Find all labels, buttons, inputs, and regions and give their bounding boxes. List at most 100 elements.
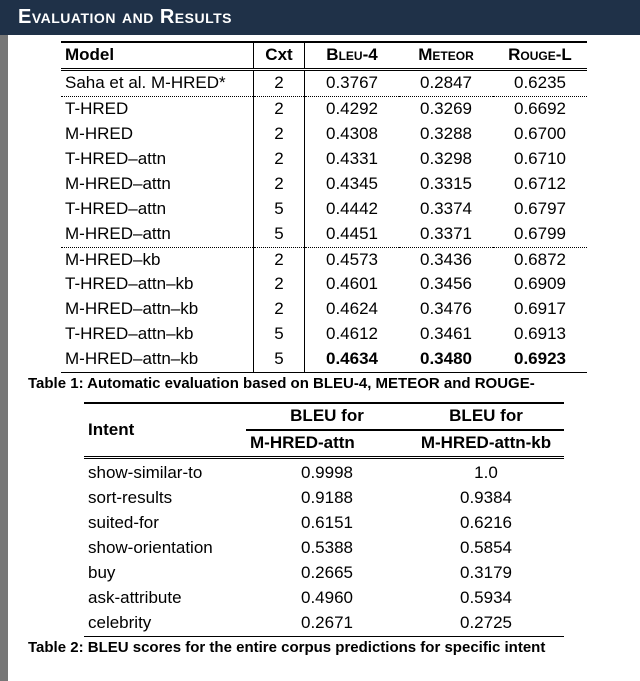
cell: 0.5934: [408, 586, 564, 611]
table-row: T-HRED–attn–kb50.46120.34610.6913: [61, 322, 587, 347]
cell: 0.3269: [399, 96, 493, 121]
cell: 0.9188: [246, 486, 408, 511]
cell: 5: [254, 322, 305, 347]
cell: 0.3456: [399, 272, 493, 297]
cell: 0.6923: [493, 347, 587, 372]
cell: 0.6917: [493, 297, 587, 322]
t2-h-c1a: BLEU for: [246, 403, 408, 430]
cell: M-HRED–attn: [61, 172, 254, 197]
cell: T-HRED–attn–kb: [61, 322, 254, 347]
cell: 0.6151: [246, 511, 408, 536]
cell: 5: [254, 347, 305, 372]
t2-h-c2b: M-HRED-attn-kb: [408, 430, 564, 457]
cell: 0.6710: [493, 147, 587, 172]
table-row: ask-attribute0.49600.5934: [84, 586, 564, 611]
cell: M-HRED–attn: [61, 222, 254, 247]
t2-h-intent: Intent: [84, 403, 246, 457]
cell: 0.4331: [305, 147, 400, 172]
cell: 0.3288: [399, 122, 493, 147]
cell: 0.3476: [399, 297, 493, 322]
table-row: T-HRED20.42920.32690.6692: [61, 96, 587, 121]
table-1: Model Cxt Bleu-4 Meteor Rouge-L Saha et …: [61, 41, 587, 373]
cell: buy: [84, 561, 246, 586]
cell: sort-results: [84, 486, 246, 511]
cell: 0.3436: [399, 247, 493, 272]
cell: 5: [254, 222, 305, 247]
cell: 2: [254, 272, 305, 297]
cell: T-HRED: [61, 96, 254, 121]
cell: 0.3767: [305, 69, 400, 96]
cell: 0.5854: [408, 536, 564, 561]
cell: 0.6909: [493, 272, 587, 297]
t1-h-bleu: Bleu-4: [305, 42, 400, 69]
t1-h-cxt: Cxt: [254, 42, 305, 69]
t1-h-meteor: Meteor: [399, 42, 493, 69]
table-row: M-HRED–attn20.43450.33150.6712: [61, 172, 587, 197]
t1-h-rouge: Rouge-L: [493, 42, 587, 69]
cell: 0.4624: [305, 297, 400, 322]
cell: 0.6692: [493, 96, 587, 121]
cell: Saha et al. M-HRED*: [61, 69, 254, 96]
table-2: Intent BLEU for BLEU for M-HRED-attn M-H…: [84, 402, 564, 636]
section-title: Evaluation and Results: [0, 0, 640, 35]
table-row: M-HRED–attn–kb50.46340.34800.6923: [61, 347, 587, 372]
cell: ask-attribute: [84, 586, 246, 611]
table-row: celebrity0.26710.2725: [84, 611, 564, 636]
cell: 0.9384: [408, 486, 564, 511]
cell: 0.6216: [408, 511, 564, 536]
cell: 0.9998: [246, 458, 408, 486]
cell: 0.6235: [493, 69, 587, 96]
cell: 0.4292: [305, 96, 400, 121]
cell: M-HRED–kb: [61, 247, 254, 272]
cell: 0.6797: [493, 197, 587, 222]
table-1-caption: Table 1: Automatic evaluation based on B…: [8, 373, 640, 402]
table-row: show-orientation0.53880.5854: [84, 536, 564, 561]
table-row: T-HRED–attn–kb20.46010.34560.6909: [61, 272, 587, 297]
cell: 0.4612: [305, 322, 400, 347]
cell: show-similar-to: [84, 458, 246, 486]
table-row: M-HRED–attn50.44510.33710.6799: [61, 222, 587, 247]
cell: M-HRED: [61, 122, 254, 147]
cell: 0.4308: [305, 122, 400, 147]
slide-body: Model Cxt Bleu-4 Meteor Rouge-L Saha et …: [8, 35, 640, 681]
cell: 2: [254, 247, 305, 272]
cell: 0.2725: [408, 611, 564, 636]
cell: 0.3461: [399, 322, 493, 347]
table-row: T-HRED–attn20.43310.32980.6710: [61, 147, 587, 172]
table-row: sort-results0.91880.9384: [84, 486, 564, 511]
cell: 0.6872: [493, 247, 587, 272]
t2-h-c2a: BLEU for: [408, 403, 564, 430]
cell: 0.2671: [246, 611, 408, 636]
cell: M-HRED–attn–kb: [61, 297, 254, 322]
table-2-caption: Table 2: BLEU scores for the entire corp…: [8, 637, 640, 666]
cell: 0.6712: [493, 172, 587, 197]
cell: 0.4451: [305, 222, 400, 247]
cell: 0.4345: [305, 172, 400, 197]
cell: 0.4442: [305, 197, 400, 222]
table-row: suited-for0.61510.6216: [84, 511, 564, 536]
table-row: Saha et al. M-HRED*20.37670.28470.6235: [61, 69, 587, 96]
cell: 0.6913: [493, 322, 587, 347]
cell: 2: [254, 122, 305, 147]
cell: show-orientation: [84, 536, 246, 561]
cell: 0.3315: [399, 172, 493, 197]
cell: 2: [254, 69, 305, 96]
cell: M-HRED–attn–kb: [61, 347, 254, 372]
t2-h-c1b: M-HRED-attn: [246, 430, 408, 457]
cell: 5: [254, 197, 305, 222]
cell: 0.4960: [246, 586, 408, 611]
table-row: M-HRED–attn–kb20.46240.34760.6917: [61, 297, 587, 322]
table-row: M-HRED–kb20.45730.34360.6872: [61, 247, 587, 272]
table-row: M-HRED20.43080.32880.6700: [61, 122, 587, 147]
cell: T-HRED–attn: [61, 147, 254, 172]
cell: 1.0: [408, 458, 564, 486]
cell: suited-for: [84, 511, 246, 536]
cell: 0.3179: [408, 561, 564, 586]
cell: 2: [254, 96, 305, 121]
cell: T-HRED–attn–kb: [61, 272, 254, 297]
cell: 2: [254, 172, 305, 197]
cell: 0.4634: [305, 347, 400, 372]
cell: 0.3371: [399, 222, 493, 247]
cell: 0.2665: [246, 561, 408, 586]
cell: 0.3374: [399, 197, 493, 222]
